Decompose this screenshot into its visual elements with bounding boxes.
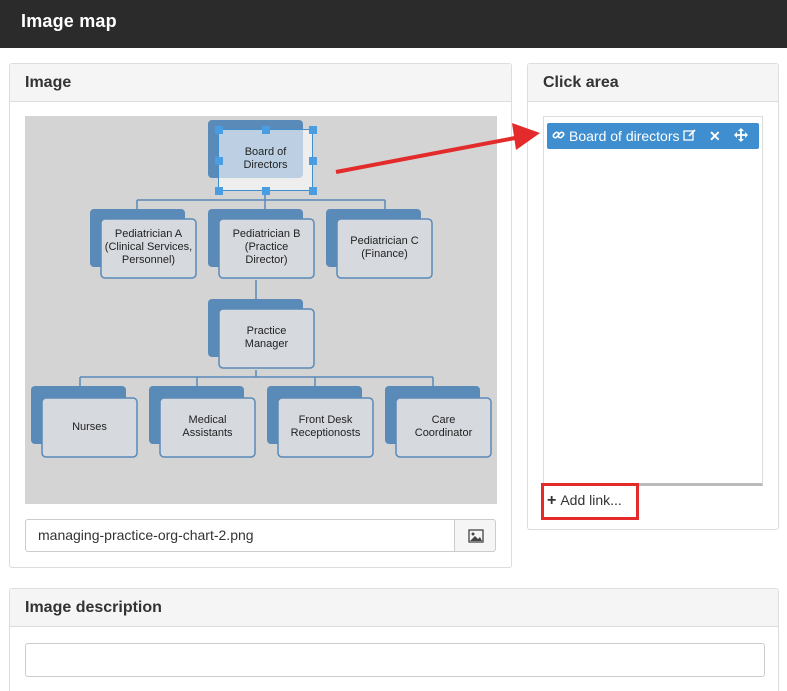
link-icon xyxy=(552,128,565,145)
image-panel-title: Image xyxy=(25,74,72,91)
node-practice-manager: Practice Manager xyxy=(244,325,289,350)
node-care-coordinator: Care Coordinator xyxy=(414,414,473,439)
resize-handle[interactable] xyxy=(215,187,223,195)
resize-handle[interactable] xyxy=(309,187,317,195)
node-medical-assistants: Medical Assistants xyxy=(182,414,233,439)
click-area-item[interactable]: Board of directors ✕ xyxy=(547,123,759,149)
resize-handle[interactable] xyxy=(215,126,223,134)
app-title: Image map xyxy=(21,11,117,31)
click-area-label: Board of directors xyxy=(569,128,680,144)
node-nurses: Nurses xyxy=(72,421,107,433)
click-area-list[interactable]: Board of directors ✕ xyxy=(543,116,763,486)
browse-image-button[interactable] xyxy=(454,519,496,552)
node-pediatrician-b: Pediatrician B (Practice Director) xyxy=(232,228,301,266)
image-description-header: Image description xyxy=(10,589,778,627)
image-icon xyxy=(468,529,484,543)
org-chart-image[interactable]: Board of Directors Pediatrician A (Clinica… xyxy=(25,116,497,504)
resize-handle[interactable] xyxy=(262,187,270,195)
resize-handle[interactable] xyxy=(262,126,270,134)
annotation-highlight-box xyxy=(541,483,639,520)
image-description-panel: Image description xyxy=(9,588,779,691)
app-header: Image map xyxy=(0,0,787,48)
image-panel-header: Image xyxy=(10,64,511,102)
node-board-of-directors: Board of Directors xyxy=(243,146,288,171)
image-panel: Image Board of Directors Pediatrician A … xyxy=(9,63,512,568)
close-icon[interactable]: ✕ xyxy=(709,128,721,144)
image-description-input[interactable] xyxy=(25,643,765,677)
image-description-title: Image description xyxy=(25,599,162,616)
edit-icon[interactable] xyxy=(683,128,697,145)
node-pediatrician-c: Pediatrician C (Finance) xyxy=(350,235,419,260)
node-pediatrician-a: Pediatrician A (Clinical Services, Personn… xyxy=(104,228,193,266)
click-area-panel-header: Click area xyxy=(528,64,778,102)
move-icon[interactable] xyxy=(734,128,748,145)
click-area-panel: Click area Board of directors ✕ + Add lin… xyxy=(527,63,779,530)
click-area-panel-title: Click area xyxy=(543,74,619,91)
node-front-desk: Front Desk Receptionosts xyxy=(290,414,361,439)
image-filename-field[interactable]: managing-practice-org-chart-2.png xyxy=(25,519,455,552)
resize-handle[interactable] xyxy=(309,126,317,134)
